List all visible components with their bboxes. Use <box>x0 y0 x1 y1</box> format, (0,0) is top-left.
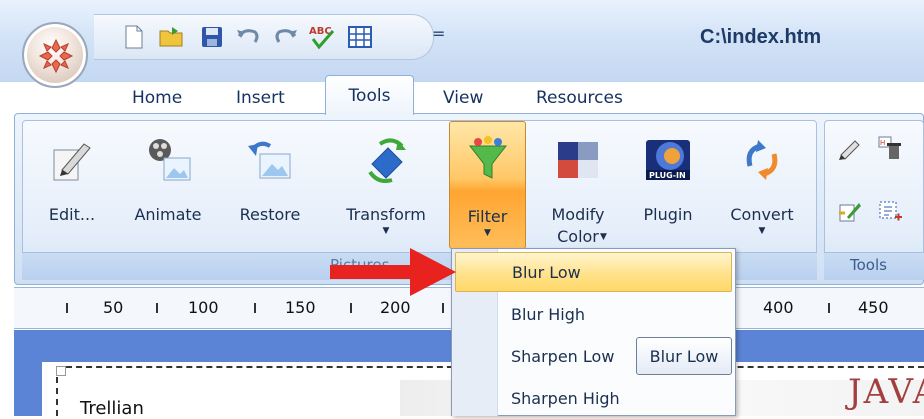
animate-button[interactable]: Animate <box>124 124 212 250</box>
open-folder-icon[interactable] <box>156 22 188 52</box>
animate-icon <box>149 139 191 181</box>
tab-resources[interactable]: Resources <box>536 82 623 114</box>
tab-home[interactable]: Home <box>132 82 182 114</box>
delete-tag-icon[interactable]: H <box>876 134 904 162</box>
convert-label: Convert <box>730 205 794 224</box>
ruler-tick <box>828 303 830 313</box>
pencil-icon[interactable] <box>836 134 864 162</box>
plugin-icon: PLUG-IN <box>646 140 690 180</box>
menu-item-blur-high[interactable]: Blur High <box>455 294 732 334</box>
ruler-tick <box>254 303 256 313</box>
transform-label: Transform <box>346 205 426 224</box>
edit-tag-icon[interactable] <box>836 198 864 226</box>
document-image-text: JAVA <box>848 372 924 412</box>
tab-view[interactable]: View <box>443 82 483 114</box>
plugin-label: Plugin <box>643 205 693 224</box>
customize-toolbar-button[interactable]: = <box>432 24 445 43</box>
resize-handle[interactable] <box>56 366 66 376</box>
chevron-down-icon: ▼ <box>758 226 766 236</box>
undo-icon[interactable] <box>232 22 264 52</box>
spell-check-icon[interactable]: ABC <box>306 22 338 52</box>
tooltip: Blur Low <box>636 337 732 375</box>
ruler-tick <box>156 303 158 313</box>
filter-icon <box>468 136 507 179</box>
select-region-icon[interactable] <box>876 198 904 226</box>
menu-item-blur-low[interactable]: Blur Low <box>455 252 732 292</box>
new-document-icon[interactable] <box>118 22 150 52</box>
convert-icon <box>746 140 778 180</box>
plugin-button[interactable]: PLUG-IN Plugin <box>632 124 704 250</box>
chevron-down-icon: ▼ <box>382 226 390 236</box>
app-logo-icon <box>38 38 74 74</box>
table-icon[interactable] <box>344 22 376 52</box>
chevron-down-icon: ▼ <box>484 228 491 238</box>
ruler-label: 150 <box>285 298 316 317</box>
restore-label: Restore <box>239 205 301 224</box>
svg-text:PLUG-IN: PLUG-IN <box>649 171 686 180</box>
ruler-tick <box>350 303 352 313</box>
modify-color-button[interactable]: Modify Color ▼ <box>536 124 620 250</box>
edit-picture-button[interactable]: Edit... <box>36 124 108 250</box>
ruler-label: 400 <box>763 298 794 317</box>
filter-button[interactable]: Filter ▼ <box>449 121 526 249</box>
restore-button[interactable]: Restore <box>228 124 312 250</box>
restore-icon <box>248 141 291 179</box>
tab-insert[interactable]: Insert <box>236 82 285 114</box>
edit-picture-icon <box>53 143 91 181</box>
svg-text:H: H <box>880 139 885 147</box>
tools-group-label: Tools <box>850 256 887 274</box>
ruler-tick <box>66 303 68 313</box>
convert-button[interactable]: Convert ▼ <box>718 124 806 250</box>
red-arrow-icon <box>330 248 456 296</box>
transform-icon <box>368 138 406 183</box>
chevron-down-icon: ▼ <box>600 232 607 242</box>
animate-label: Animate <box>134 205 202 224</box>
ruler-label: 200 <box>380 298 411 317</box>
transform-button[interactable]: Transform ▼ <box>330 124 442 250</box>
ruler-label: 50 <box>103 298 124 317</box>
window-title: C:\index.htm <box>700 26 822 48</box>
filter-label: Filter <box>467 207 508 226</box>
application-menu-button[interactable] <box>22 22 88 88</box>
ruler-label: 450 <box>858 298 889 317</box>
ruler-label: 100 <box>188 298 219 317</box>
modify-color-icon <box>558 142 598 178</box>
menu-item-sharpen-high[interactable]: Sharpen High <box>455 378 732 418</box>
redo-icon[interactable] <box>270 22 302 52</box>
save-icon[interactable] <box>196 22 228 52</box>
edit-picture-label: Edit... <box>48 205 96 224</box>
tab-tools[interactable]: Tools <box>325 75 414 115</box>
ruler-tick <box>442 303 444 313</box>
